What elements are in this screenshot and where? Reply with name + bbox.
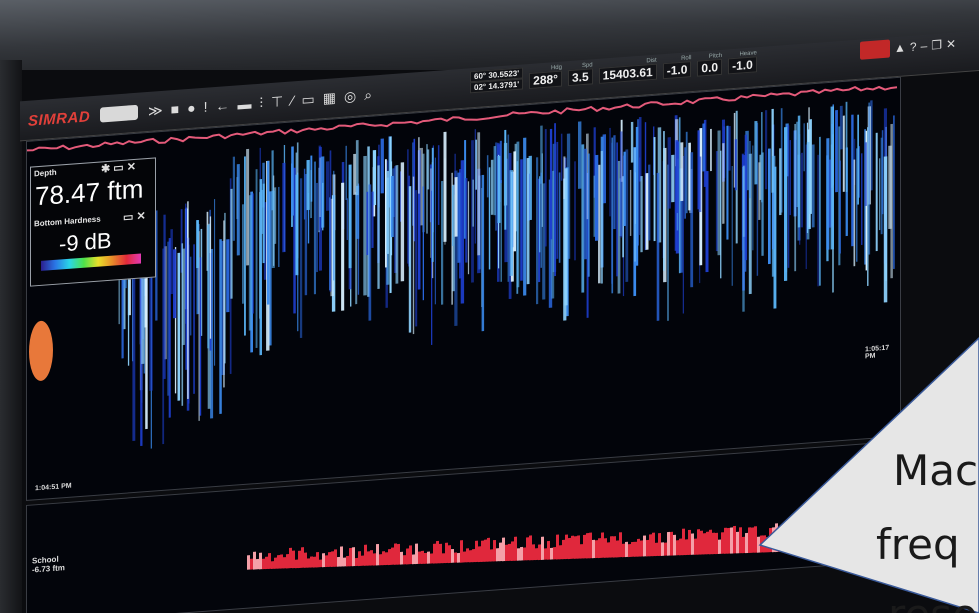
- callout-line-2: freq: [876, 520, 960, 569]
- photo: SIMRAD ≫ ■ ● ! ← ▬ ⫶ ⊤ ∕ ▭ ▦ ◎ ⌕ 60° 30.…: [0, 0, 979, 613]
- callout-line-3: reso: [888, 590, 978, 613]
- callout-overlay: [758, 336, 979, 613]
- callout-line-1: Mac: [893, 446, 979, 495]
